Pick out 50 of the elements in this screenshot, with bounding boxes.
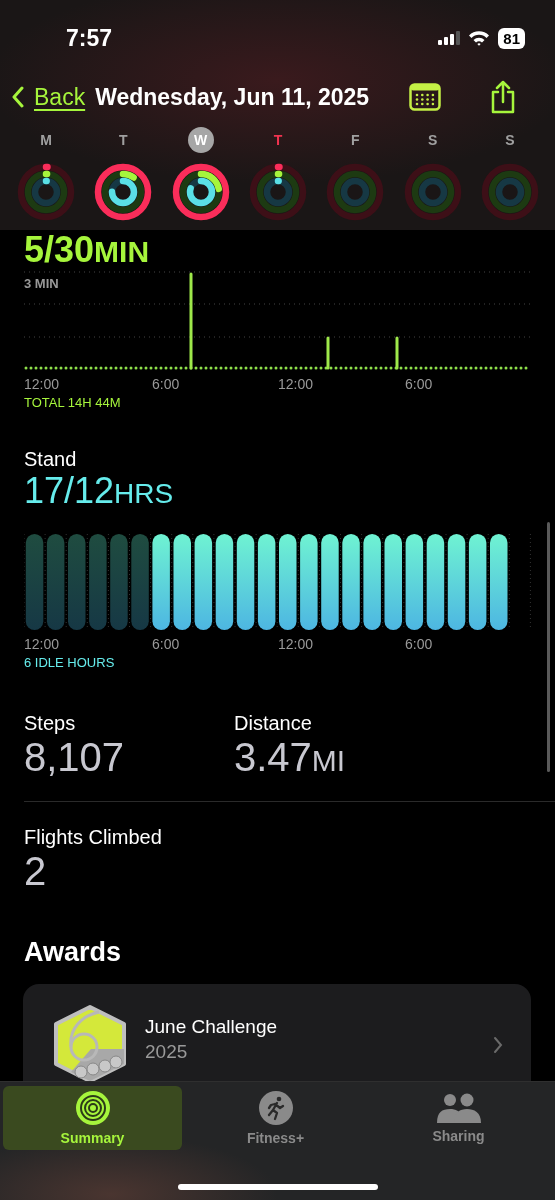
stand-value: 17/12HRS xyxy=(24,471,175,513)
stat-value: 8,107 xyxy=(24,735,126,779)
day-letter[interactable]: F xyxy=(342,127,369,153)
axis-label: 6:00 xyxy=(152,636,181,652)
stat-value: 2 xyxy=(24,849,48,893)
stat-label: Steps xyxy=(24,712,77,735)
day-letter[interactable]: S xyxy=(419,127,446,153)
activity-rings[interactable] xyxy=(248,162,308,222)
chevron-icon xyxy=(493,1036,503,1054)
signal-icon xyxy=(438,31,461,45)
tab[interactable]: Sharing xyxy=(369,1086,548,1150)
idle-hours: 6 IDLE HOURS xyxy=(24,655,116,670)
date-title: Wednesday, Jun 11, 2025 xyxy=(95,83,370,111)
day-letter[interactable]: T xyxy=(110,127,137,153)
exercise-value: 5/30MIN xyxy=(24,232,151,270)
axis-label: 6:00 xyxy=(405,376,434,392)
award-card[interactable]: June Challenge 2025 xyxy=(23,984,531,1081)
day-letter[interactable]: M xyxy=(33,127,59,153)
people-icon xyxy=(435,1092,482,1124)
axis-label: 12:00 xyxy=(24,376,61,392)
calendar-icon[interactable] xyxy=(409,83,442,111)
battery-level: 81 xyxy=(498,27,525,49)
back-chevron-icon xyxy=(12,86,24,108)
axis-label: 12:00 xyxy=(24,636,61,652)
axis-label: 12:00 xyxy=(278,636,315,652)
back-button[interactable]: Back xyxy=(12,83,86,111)
axis-label: 3 MIN xyxy=(24,276,59,291)
rings-icon xyxy=(74,1090,111,1126)
tab[interactable]: Fitness+ xyxy=(186,1086,365,1150)
activity-rings[interactable] xyxy=(170,162,231,222)
axis-label: 12:00 xyxy=(278,376,315,392)
stat-label: Distance xyxy=(234,712,313,735)
activity-rings[interactable] xyxy=(93,162,154,222)
stand-label: Stand xyxy=(24,448,78,471)
axis-label: 6:00 xyxy=(152,376,181,392)
wifi-icon xyxy=(468,30,491,46)
award-medal-icon xyxy=(51,1004,129,1081)
exercise-total: TOTAL 14H 44M xyxy=(24,395,122,410)
status-time: 7:57 xyxy=(66,24,113,52)
day-letter[interactable]: T xyxy=(265,127,291,153)
award-title: June Challenge xyxy=(145,1016,279,1038)
axis-label: 6:00 xyxy=(405,636,434,652)
day-letter[interactable]: S xyxy=(496,127,523,153)
running-person-icon xyxy=(257,1090,294,1126)
award-year: 2025 xyxy=(145,1041,189,1063)
tab[interactable]: Summary xyxy=(3,1086,182,1150)
stat-label: Flights Climbed xyxy=(24,826,163,849)
stat-value: 3.47MI xyxy=(234,735,347,781)
activity-rings[interactable] xyxy=(16,162,76,222)
section-heading: Awards xyxy=(24,937,123,968)
